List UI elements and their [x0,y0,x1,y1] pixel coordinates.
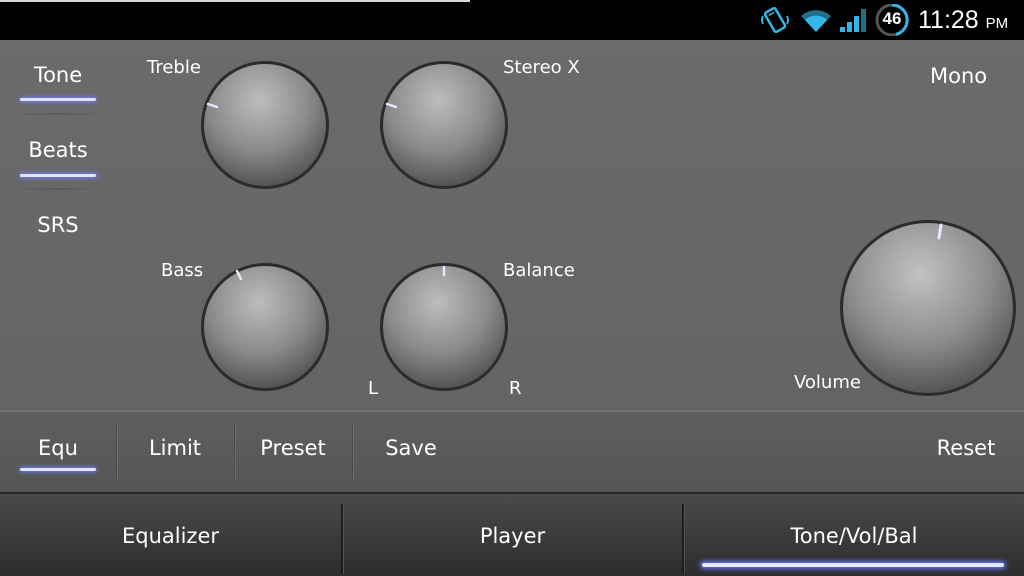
wifi-icon [801,10,831,32]
tab-label: Equalizer [121,524,220,548]
preset-label: Preset [260,436,326,460]
bass-label: Bass [161,260,204,281]
mono-button[interactable]: Mono [930,64,987,88]
clock-time: 11:28 [918,6,979,34]
treble-label: Treble [147,57,201,78]
save-button[interactable]: Save [353,412,469,492]
signal-icon [840,9,866,32]
tab-label: Tone/Vol/Bal [790,524,918,548]
equ-label: Equ [38,436,78,460]
balance-knob[interactable] [377,260,511,394]
side-tab-label: Tone [33,63,83,87]
tab-player[interactable]: Player [343,494,682,576]
preset-button[interactable]: Preset [235,412,351,492]
tone-panel: Tone Beats SRS Treble Stereo X Bass Bala… [0,40,1024,410]
selected-indicator [20,174,96,177]
reset-label: Reset [936,436,996,460]
tab-label: Player [479,524,546,548]
toolbar: Equ Limit Preset Save Reset [0,410,1024,492]
selected-indicator [20,98,96,101]
selected-tab-indicator [702,563,1004,567]
stereo-x-label: Stereo X [503,57,580,78]
clock-ampm: PM [985,15,1009,32]
limit-button[interactable]: Limit [117,412,233,492]
knob-indicator [937,223,943,240]
side-tab-label: Beats [28,138,88,162]
tab-equalizer[interactable]: Equalizer [0,494,341,576]
battery-level: 46 [882,9,902,28]
reset-button[interactable]: Reset [908,412,1024,492]
clock: 11:28 PM [918,6,1008,35]
balance-right-label: R [509,378,522,399]
equ-button[interactable]: Equ [0,412,116,492]
side-tab-beats[interactable]: Beats [12,115,104,187]
treble-knob[interactable] [198,58,332,192]
volume-knob[interactable] [838,218,1018,398]
selected-indicator [20,468,96,471]
bottom-tabs: Equalizer Player Tone/Vol/Bal [0,492,1024,576]
notification-progress-line [0,0,470,2]
save-label: Save [385,436,437,460]
side-tab-label: SRS [37,213,79,237]
balance-left-label: L [368,378,379,399]
balance-label: Balance [503,260,575,281]
status-bar: 46 11:28 PM [0,0,1024,40]
bass-knob[interactable] [198,260,332,394]
side-tab-srs[interactable]: SRS [12,190,104,262]
volume-label: Volume [794,372,861,393]
limit-label: Limit [148,436,202,460]
phone-vibrate-icon [761,6,789,34]
side-tab-tone[interactable]: Tone [12,40,104,112]
stereo-x-knob[interactable] [377,58,511,192]
